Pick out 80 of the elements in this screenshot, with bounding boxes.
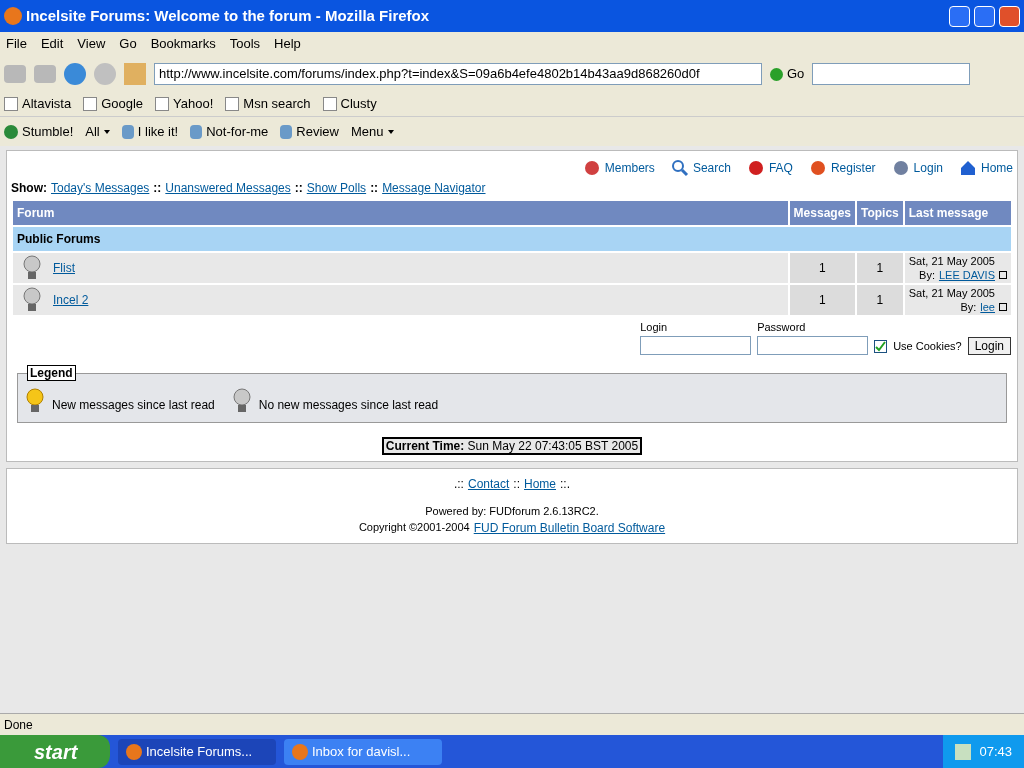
forum-link[interactable]: Flist <box>53 259 75 277</box>
footer-link[interactable]: Home <box>524 474 556 493</box>
dropdown-button[interactable]: Menu <box>351 121 394 142</box>
category-row: Public Forums <box>13 227 1011 251</box>
current-time: Current Time: Sun May 22 07:43:05 BST 2005 <box>381 436 643 455</box>
clock: 07:43 <box>979 742 1012 761</box>
column-header: Last message <box>904 201 1011 225</box>
bookmark-link[interactable]: Yahoo! <box>155 94 214 114</box>
column-header: Messages <box>789 201 855 225</box>
separator: :: <box>153 180 162 197</box>
toolbar-button[interactable]: Review <box>280 121 339 142</box>
search-icon <box>670 159 689 177</box>
menu-item[interactable]: File <box>6 34 27 54</box>
menu-item[interactable]: Go <box>119 34 137 54</box>
bookmark-link[interactable]: Altavista <box>4 94 72 114</box>
menu-item[interactable]: View <box>77 34 106 54</box>
legend-text: No new messages since last read <box>258 396 439 414</box>
bookmark-link[interactable]: Msn search <box>225 94 311 114</box>
nav-link[interactable]: Register <box>808 159 876 177</box>
login-field[interactable] <box>640 335 752 355</box>
footer-link[interactable]: Contact <box>467 474 510 493</box>
cookies-checkbox[interactable] <box>874 339 888 353</box>
search-field[interactable] <box>812 63 971 85</box>
menu-item[interactable]: Help <box>274 34 301 54</box>
powered-by: Powered by: FUDforum 2.6.13RC2. <box>425 503 599 519</box>
password-field[interactable] <box>757 335 869 355</box>
last-message-cell: Sat, 21 May 2005 By: lee <box>904 285 1011 315</box>
show-link[interactable]: Message Navigator <box>382 179 486 197</box>
footer-text: .:: <box>453 475 464 493</box>
separator: :: <box>294 180 303 197</box>
separator: :: <box>370 180 379 197</box>
show-label: Show: <box>11 180 47 197</box>
nav-link[interactable]: Home <box>959 159 1013 177</box>
legend-text: New messages since last read <box>52 396 215 414</box>
column-header: Forum <box>13 201 788 225</box>
field-label: Password <box>757 320 807 335</box>
toolbar-button[interactable]: I like it! <box>121 121 179 142</box>
address-field[interactable]: http://www.incelsite.com/forums/index.php?t=index&S=09a6b4efe4802b14b43aa9d868260d0f <box>154 63 762 85</box>
dropdown-button[interactable]: All <box>85 121 110 142</box>
taskbar-button[interactable]: Incelsite Forums... <box>118 738 276 765</box>
go-button[interactable]: Go <box>770 64 805 84</box>
field-label: Login <box>640 320 669 335</box>
maximize-button[interactable] <box>974 5 995 27</box>
last-message-cell: Sat, 21 May 2005 By: LEE DAVIS <box>904 253 1011 283</box>
bookmark-link[interactable]: Clusty <box>322 94 377 114</box>
show-link[interactable]: Unanswered Messages <box>165 179 291 197</box>
start-button[interactable]: start <box>0 735 110 768</box>
table-cell: 1 <box>789 285 855 315</box>
window-title: Incelsite Forums: Welcome to the forum - Mozilla Firefox <box>26 5 431 26</box>
caret-icon <box>103 129 110 134</box>
nav-link[interactable]: Login <box>891 159 943 177</box>
forum-link[interactable]: Incel 2 <box>53 291 89 309</box>
minimize-button[interactable] <box>949 5 970 27</box>
nav-link[interactable]: Members <box>582 159 655 177</box>
legend-title: Legend <box>27 364 76 381</box>
toolbar-button[interactable]: Stumble! <box>4 121 74 142</box>
menu-item[interactable]: Tools <box>229 34 261 54</box>
bookmark-link[interactable]: Google <box>83 94 144 114</box>
footer-text: ::. <box>560 475 571 493</box>
cookies-label: Use Cookies? <box>893 339 962 354</box>
author-link[interactable]: lee <box>980 300 995 314</box>
copyright-text: Copyright ©2001-2004 <box>358 520 470 535</box>
table-cell: 1 <box>857 285 903 315</box>
table-cell: 1 <box>857 253 903 283</box>
login-button[interactable]: Login <box>967 336 1011 355</box>
taskbar-button[interactable]: Inbox for davisl... <box>284 738 442 765</box>
menu-item[interactable]: Bookmarks <box>150 34 216 54</box>
menu-item[interactable]: Edit <box>40 34 64 54</box>
footer-text: :: <box>513 475 520 493</box>
toolbar-button[interactable]: Not-for-me <box>190 121 269 142</box>
nav-link[interactable]: FAQ <box>746 159 793 177</box>
author-link[interactable]: LEE DAVIS <box>938 268 995 282</box>
table-cell: 1 <box>789 253 855 283</box>
close-button[interactable] <box>999 5 1020 27</box>
software-link[interactable]: FUD Forum Bulletin Board Software <box>473 519 666 537</box>
show-link[interactable]: Show Polls <box>306 179 367 197</box>
column-header: Topics <box>857 201 903 225</box>
caret-icon <box>387 129 394 134</box>
show-link[interactable]: Today's Messages <box>51 179 150 197</box>
nav-link[interactable]: Search <box>670 159 731 177</box>
